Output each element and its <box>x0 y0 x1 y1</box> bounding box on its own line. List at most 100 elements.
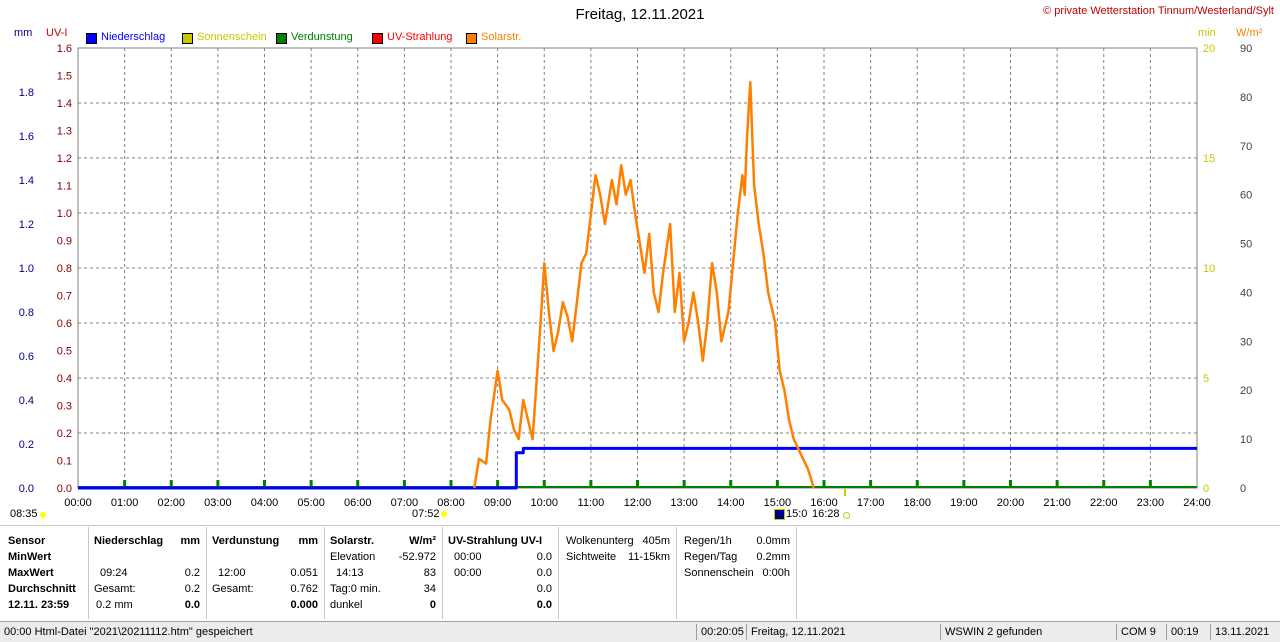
legend-swatch-verdunstung <box>276 33 287 44</box>
min-tick-label: 5 <box>1203 373 1209 385</box>
verdunstung-unit: mm <box>298 535 318 547</box>
left-time-label: 08:35 <box>10 508 38 520</box>
status-message: 00:00 Html-Datei "2021\20211112.htm" ges… <box>4 626 253 638</box>
unit-min-label: min <box>1198 27 1216 39</box>
wm2-tick-label: 70 <box>1240 141 1252 153</box>
min-tick-label: 10 <box>1203 263 1215 275</box>
solar-row3-value: 0 <box>429 599 436 611</box>
uv-tick-label: 1.2 <box>57 153 72 165</box>
status-date: Freitag, 12.11.2021 <box>746 624 937 640</box>
wm2-tick-label: 80 <box>1240 92 1252 104</box>
legend-label-sonnenschein[interactable]: Sonnenschein <box>197 31 267 43</box>
x-tick-label: 10:00 <box>530 497 558 509</box>
panel-uv: UV-Strahlung UV-I 00:00 0.0 00:00 0.0 0.… <box>442 527 559 619</box>
dark-label: 16:28 <box>812 508 840 520</box>
solar-row3-label: dunkel <box>330 599 363 611</box>
status-date2: 13.11.2021 <box>1210 624 1279 640</box>
sensor-row-min: MinWert <box>8 551 52 563</box>
solar-row2-label: Tag:0 min. <box>330 583 381 595</box>
sun-icon <box>40 512 46 518</box>
min-tick-label: 0 <box>1203 483 1209 495</box>
niederschlag-total-label: Gesamt: <box>94 583 136 595</box>
mm-tick-label: 1.4 <box>19 175 34 187</box>
wm2-tick-label: 50 <box>1240 239 1252 251</box>
sunrise-icon <box>441 511 447 517</box>
panel-sensor: Sensor MinWert MaxWert Durchschnitt 12.1… <box>0 527 89 619</box>
sonnenschein-label: Sonnenschein <box>684 567 754 579</box>
x-tick-label: 04:00 <box>251 497 279 509</box>
uv-row0-time: 00:00 <box>454 551 482 563</box>
panel-niederschlag: Niederschlag mm 09:24 0.2 Gesamt: 0.2 0.… <box>88 527 207 619</box>
sichtweite-label: Sichtweite <box>566 551 617 563</box>
regentag-label: Regen/Tag <box>684 551 738 563</box>
x-tick-label: 11:00 <box>578 497 605 509</box>
mm-tick-label: 0.4 <box>19 395 34 407</box>
uv-row1-value: 0.0 <box>536 567 552 579</box>
legend-swatch-solar <box>466 33 477 44</box>
mm-tick-label: 1.2 <box>19 219 34 231</box>
uv-tick-label: 0.8 <box>57 263 72 275</box>
x-tick-label: 22:00 <box>1090 497 1118 509</box>
niederschlag-total-value: 0.2 <box>184 583 200 595</box>
x-tick-label: 13:00 <box>670 497 698 509</box>
legend-label-niederschlag[interactable]: Niederschlag <box>101 31 165 43</box>
wm2-tick-label: 40 <box>1240 287 1252 299</box>
niederschlag-unit: mm <box>180 535 200 547</box>
solar-header: Solarstr. <box>330 535 375 547</box>
uv-tick-label: 1.1 <box>57 181 72 193</box>
sunrise-label: 07:52 <box>412 508 440 520</box>
status-time: 00:20:05 <box>696 624 744 640</box>
status-bar: 00:00 Html-Datei "2021\20211112.htm" ges… <box>0 621 1280 642</box>
x-tick-label: 12:00 <box>624 497 652 509</box>
panel-verdunstung: Verdunstung mm 12:00 0.051 Gesamt: 0.762… <box>206 527 325 619</box>
solar-row1-label: 14:13 <box>336 567 364 579</box>
x-tick-label: 14:00 <box>717 497 745 509</box>
solar-row0-value: -52.972 <box>398 551 436 563</box>
uv-tick-label: 1.5 <box>57 71 72 83</box>
min-tick-label: 20 <box>1203 43 1215 55</box>
wolken-value: 405m <box>642 535 670 547</box>
x-tick-label: 18:00 <box>903 497 931 509</box>
x-tick-label: 08:00 <box>437 497 465 509</box>
legend-label-solar[interactable]: Solarstr. <box>481 31 521 43</box>
uv-tick-label: 0.9 <box>57 236 72 248</box>
sensor-row-max: MaxWert <box>8 567 54 579</box>
mm-tick-label: 0.2 <box>19 439 34 451</box>
legend-label-verdunstung[interactable]: Verdunstung <box>291 31 353 43</box>
sunset-icon <box>774 509 785 520</box>
status-wswin: WSWIN 2 gefunden <box>940 624 1117 640</box>
sunset-label: 15:0 <box>786 508 808 520</box>
status-com: COM 9 <box>1116 624 1157 640</box>
wm2-tick-label: 90 <box>1240 43 1252 55</box>
regen1h-label: Regen/1h <box>684 535 732 547</box>
wm2-tick-label: 60 <box>1240 190 1252 202</box>
wm2-tick-label: 10 <box>1240 434 1252 446</box>
uv-row2-value: 0.0 <box>536 583 552 595</box>
niederschlag-max-time: 09:24 <box>100 567 128 579</box>
x-tick-label: 21:00 <box>1043 497 1071 509</box>
uv-tick-label: 0.7 <box>57 291 72 303</box>
panel-divider <box>0 525 1280 526</box>
sonnenschein-value: 0:00h <box>762 567 790 579</box>
legend-label-uv[interactable]: UV-Strahlung <box>387 31 452 43</box>
x-tick-label: 00:00 <box>64 497 92 509</box>
regentag-value: 0.2mm <box>756 551 790 563</box>
verdunstung-total-value: 0.762 <box>290 583 318 595</box>
unit-mm-label: mm <box>14 27 33 39</box>
sensor-row-avg: Durchschnitt <box>8 583 76 595</box>
verdunstung-max-value: 0.051 <box>290 567 318 579</box>
legend-swatch-uv <box>372 33 383 44</box>
uv-tick-label: 0.2 <box>57 428 72 440</box>
verdunstung-total-label: Gesamt: <box>212 583 254 595</box>
mm-tick-label: 0.8 <box>19 307 34 319</box>
solar-row0-label: Elevation <box>330 551 376 563</box>
unit-uv-label: UV-I <box>46 27 68 39</box>
mm-tick-label: 0.0 <box>19 483 34 495</box>
uv-row3-value: 0.0 <box>536 599 552 611</box>
x-tick-label: 02:00 <box>157 497 185 509</box>
uv-header: UV-Strahlung UV-I <box>448 535 543 547</box>
x-tick-label: 19:00 <box>950 497 978 509</box>
niederschlag-current: 0.2 mm <box>96 599 133 611</box>
uv-tick-label: 0.4 <box>57 373 72 385</box>
panel-solar: Solarstr. W/m² Elevation -52.972 14:13 8… <box>324 527 443 619</box>
